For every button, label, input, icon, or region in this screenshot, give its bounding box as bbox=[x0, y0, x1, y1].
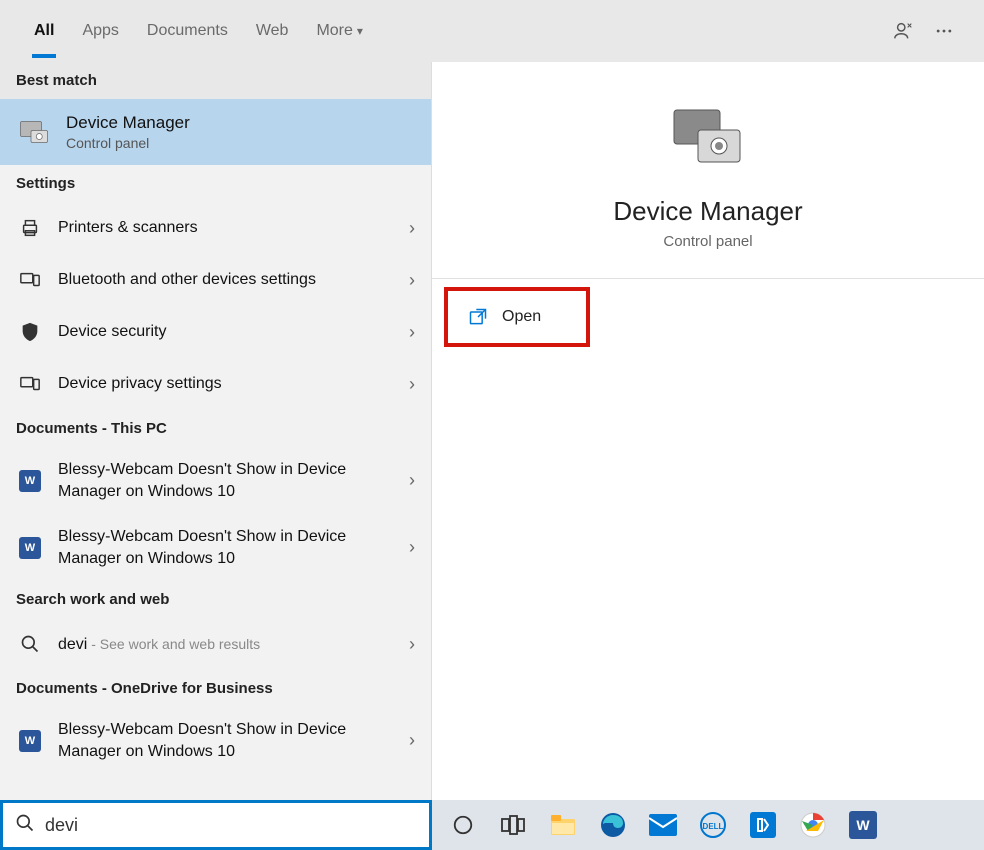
search-bar[interactable] bbox=[0, 800, 432, 850]
best-match-item[interactable]: Device Manager Control panel bbox=[0, 99, 431, 165]
chevron-right-icon: › bbox=[409, 470, 415, 491]
doc-item[interactable]: W Blessy-Webcam Doesn't Show in Device M… bbox=[0, 447, 431, 514]
chevron-right-icon: › bbox=[409, 322, 415, 343]
devices-icon bbox=[16, 370, 44, 398]
search-icon bbox=[16, 630, 44, 658]
printer-icon bbox=[16, 214, 44, 242]
device-manager-large-icon bbox=[666, 102, 750, 172]
chevron-right-icon: › bbox=[409, 270, 415, 291]
best-match-header: Best match bbox=[0, 62, 431, 99]
doc-item[interactable]: W Blessy-Webcam Doesn't Show in Device M… bbox=[0, 514, 431, 581]
work-web-item[interactable]: devi - See work and web results › bbox=[0, 618, 431, 670]
shield-icon bbox=[16, 318, 44, 346]
taskbar-cortana[interactable] bbox=[440, 805, 486, 845]
settings-item-printers[interactable]: Printers & scanners › bbox=[0, 202, 431, 254]
results-pane: Best match Device Manager Control panel … bbox=[0, 62, 432, 800]
tab-more[interactable]: More▾ bbox=[302, 4, 376, 58]
detail-subtitle: Control panel bbox=[432, 233, 984, 250]
doc-item[interactable]: W Blessy-Webcam Doesn't Show in Device M… bbox=[0, 707, 431, 774]
word-doc-icon: W bbox=[16, 534, 44, 562]
tab-apps[interactable]: Apps bbox=[68, 4, 132, 58]
search-icon bbox=[15, 813, 35, 838]
word-doc-icon: W bbox=[16, 467, 44, 495]
tab-documents[interactable]: Documents bbox=[133, 4, 242, 58]
taskbar-mail[interactable] bbox=[640, 805, 686, 845]
chevron-right-icon: › bbox=[409, 218, 415, 239]
open-icon bbox=[468, 307, 488, 327]
taskbar-app[interactable] bbox=[740, 805, 786, 845]
detail-title: Device Manager bbox=[432, 196, 984, 227]
open-action[interactable]: Open bbox=[444, 287, 590, 347]
chevron-right-icon: › bbox=[409, 374, 415, 395]
taskbar-explorer[interactable] bbox=[540, 805, 586, 845]
word-doc-icon: W bbox=[16, 727, 44, 755]
work-web-header: Search work and web bbox=[0, 581, 431, 618]
svg-text:DELL: DELL bbox=[703, 822, 724, 831]
search-tabs: All Apps Documents Web More▾ bbox=[0, 0, 984, 62]
tab-all[interactable]: All bbox=[20, 4, 68, 58]
chevron-right-icon: › bbox=[409, 537, 415, 558]
taskbar-taskview[interactable] bbox=[490, 805, 536, 845]
taskbar-word[interactable]: W bbox=[840, 805, 886, 845]
taskbar-dell[interactable]: DELL bbox=[690, 805, 736, 845]
devices-icon bbox=[16, 266, 44, 294]
device-manager-icon bbox=[16, 114, 52, 150]
taskbar: DELL W bbox=[432, 800, 984, 850]
settings-header: Settings bbox=[0, 165, 431, 202]
chevron-down-icon: ▾ bbox=[357, 24, 363, 38]
tab-web[interactable]: Web bbox=[242, 4, 303, 58]
settings-item-bluetooth[interactable]: Bluetooth and other devices settings › bbox=[0, 254, 431, 306]
chevron-right-icon: › bbox=[409, 634, 415, 655]
best-match-subtitle: Control panel bbox=[66, 135, 190, 151]
docs-od-header: Documents - OneDrive for Business bbox=[0, 670, 431, 707]
search-input[interactable] bbox=[45, 815, 417, 836]
detail-pane: Device Manager Control panel Open bbox=[432, 62, 984, 800]
settings-item-security[interactable]: Device security › bbox=[0, 306, 431, 358]
taskbar-edge[interactable] bbox=[590, 805, 636, 845]
chevron-right-icon: › bbox=[409, 730, 415, 751]
docs-pc-header: Documents - This PC bbox=[0, 410, 431, 447]
feedback-icon[interactable] bbox=[884, 11, 924, 51]
best-match-title: Device Manager bbox=[66, 113, 190, 133]
options-icon[interactable] bbox=[924, 11, 964, 51]
open-label: Open bbox=[502, 308, 541, 326]
taskbar-chrome[interactable] bbox=[790, 805, 836, 845]
settings-item-privacy[interactable]: Device privacy settings › bbox=[0, 358, 431, 410]
